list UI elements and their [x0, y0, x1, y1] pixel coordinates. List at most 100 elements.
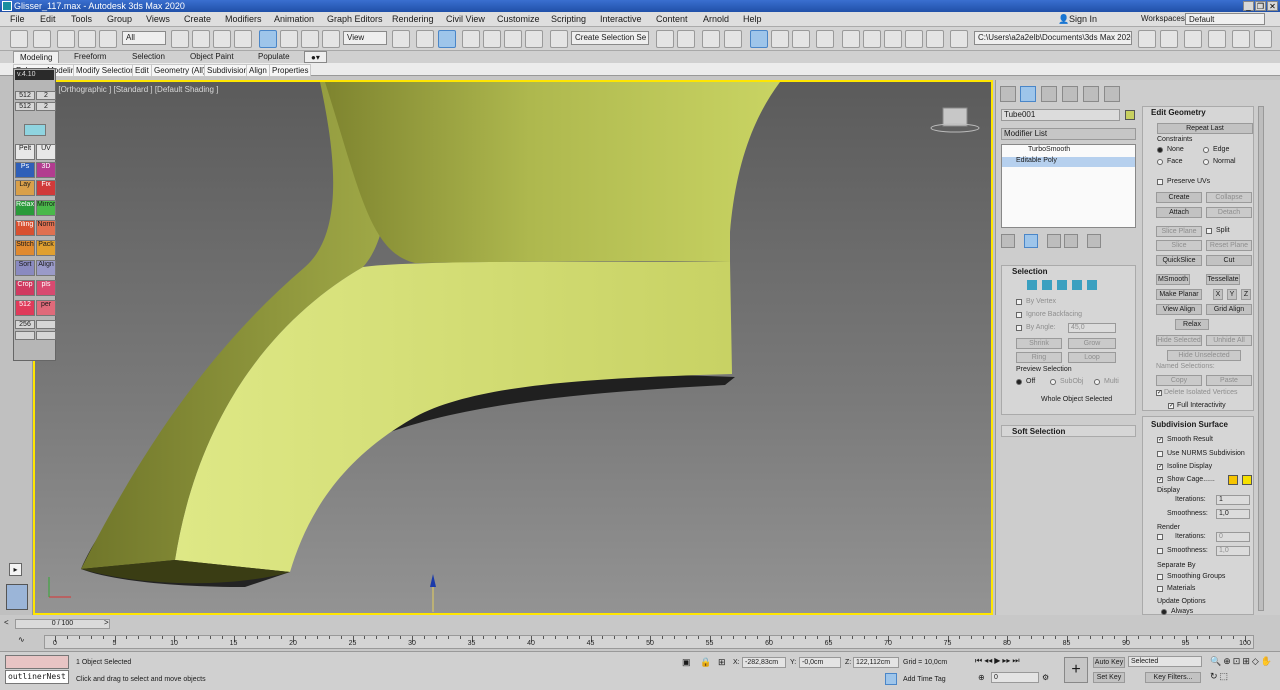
- select-rotate-icon[interactable]: [280, 30, 298, 48]
- unlink-icon[interactable]: [78, 30, 96, 48]
- named-selection-dropdown[interactable]: Create Selection Se: [571, 31, 649, 45]
- render-iterations-spinner[interactable]: 0: [1216, 532, 1250, 542]
- sign-in-link[interactable]: Sign In: [1069, 14, 1097, 24]
- preview-multi-radio[interactable]: [1094, 379, 1100, 385]
- play-icon[interactable]: ▸: [9, 563, 22, 576]
- slice-button[interactable]: Slice: [1156, 240, 1202, 251]
- uv-tool-icon[interactable]: [24, 124, 46, 136]
- hide-unselected-button[interactable]: Hide Unselected: [1167, 350, 1241, 361]
- rect-selection-icon[interactable]: [213, 30, 231, 48]
- ref-coord-dropdown[interactable]: View: [343, 31, 387, 45]
- display-tab-icon[interactable]: [1083, 86, 1099, 102]
- modify-tab-icon[interactable]: [1020, 86, 1036, 102]
- mirror-icon[interactable]: [656, 30, 674, 48]
- isoline-checkbox[interactable]: ✓: [1157, 464, 1163, 470]
- a360-icon[interactable]: [926, 30, 944, 48]
- render-smoothness-spinner[interactable]: 1,0: [1216, 546, 1250, 556]
- viewport-layout-icon[interactable]: [1208, 30, 1226, 48]
- element-icon[interactable]: [1087, 280, 1097, 290]
- menu-interactive[interactable]: Interactive: [600, 14, 642, 24]
- tab-populate[interactable]: Populate: [252, 51, 296, 63]
- ribbon-subdivision[interactable]: Subdivision: [204, 64, 251, 77]
- isolate-icon[interactable]: ▣: [682, 657, 691, 668]
- edit-named-sel-icon[interactable]: [550, 30, 568, 48]
- uv-tool-icon[interactable]: Crop: [15, 280, 35, 296]
- lock-selection-icon[interactable]: 🔒: [700, 657, 711, 668]
- uv-cell[interactable]: [36, 331, 56, 340]
- preview-off-radio[interactable]: [1016, 379, 1022, 385]
- viewport-label[interactable]: [+] [Orthographic ] [Standard ] [Default…: [47, 85, 218, 94]
- zoom-icon[interactable]: 🔍: [1210, 656, 1221, 669]
- y-coordinate-field[interactable]: -0,0cm: [799, 657, 841, 668]
- full-interactivity-checkbox[interactable]: ✓: [1168, 403, 1174, 409]
- render-smoothness-checkbox[interactable]: [1157, 548, 1163, 554]
- keyboard-shortcut-icon[interactable]: [438, 30, 456, 48]
- curve-toggle-icon[interactable]: ∿: [18, 635, 25, 644]
- uv-cell[interactable]: 512: [15, 102, 35, 111]
- menu-content[interactable]: Content: [656, 14, 688, 24]
- loop-button[interactable]: Loop: [1068, 352, 1116, 363]
- hide-selected-button[interactable]: Hide Selected: [1156, 335, 1202, 346]
- viewport-layout-tab[interactable]: [6, 584, 28, 610]
- user-icon[interactable]: 👤: [1058, 14, 1069, 25]
- zoom-all-icon[interactable]: ⊕: [1223, 656, 1231, 669]
- relax-button[interactable]: Relax: [1175, 319, 1209, 330]
- uv-tool-icon[interactable]: Pack: [36, 240, 56, 256]
- align-icon[interactable]: [677, 30, 695, 48]
- object-name-field[interactable]: Tube001: [1001, 109, 1120, 121]
- render-iterative-icon[interactable]: [905, 30, 923, 48]
- stack-item-editable-poly[interactable]: Editable Poly: [1002, 157, 1135, 167]
- modifier-list-dropdown[interactable]: Modifier List: [1001, 128, 1136, 140]
- render-setup-icon[interactable]: [842, 30, 860, 48]
- menu-tools[interactable]: Tools: [71, 14, 92, 24]
- msmooth-button[interactable]: MSmooth: [1156, 274, 1190, 285]
- menu-group[interactable]: Group: [107, 14, 132, 24]
- restore-button[interactable]: ❐: [1255, 1, 1266, 11]
- hierarchy-tab-icon[interactable]: [1041, 86, 1057, 102]
- ignore-backfacing-checkbox[interactable]: [1016, 312, 1022, 318]
- uv-tool-icon[interactable]: Tiling: [15, 220, 35, 236]
- smoothness-spinner[interactable]: 1,0: [1216, 509, 1250, 519]
- create-button[interactable]: Create: [1156, 192, 1202, 203]
- smoothing-groups-checkbox[interactable]: [1157, 574, 1163, 580]
- constraint-none-radio[interactable]: [1157, 147, 1163, 153]
- use-nurms-checkbox[interactable]: [1157, 451, 1163, 457]
- tab-modeling[interactable]: Modeling: [13, 51, 60, 63]
- fov-icon[interactable]: ◇: [1252, 656, 1259, 669]
- make-unique-icon[interactable]: [1047, 234, 1061, 248]
- grow-button[interactable]: Grow: [1068, 338, 1116, 349]
- vertex-icon[interactable]: [1027, 280, 1037, 290]
- orbit-icon[interactable]: ↻: [1210, 671, 1218, 684]
- uv-tool-icon[interactable]: Lay: [15, 180, 35, 196]
- frame-ruler[interactable]: 0 5 10 15 20 25 30 35 40 45 50 55 60 65 70 75 80 85 90 95 10…: [44, 635, 1254, 649]
- set-key-button[interactable]: Set Key: [1093, 672, 1125, 683]
- planar-x-button[interactable]: X: [1213, 289, 1223, 300]
- remove-modifier-icon[interactable]: [1064, 234, 1078, 248]
- workspace-dropdown[interactable]: Default: [1185, 13, 1265, 25]
- pivot-center-icon[interactable]: [392, 30, 410, 48]
- select-move-icon[interactable]: [259, 30, 277, 48]
- detach-button[interactable]: Detach: [1206, 207, 1252, 218]
- time-slider[interactable]: 0 / 100: [15, 619, 110, 629]
- link-icon[interactable]: [57, 30, 75, 48]
- pin-stack-icon[interactable]: [1001, 234, 1015, 248]
- window-crossing-icon[interactable]: [234, 30, 252, 48]
- planar-y-button[interactable]: Y: [1227, 289, 1237, 300]
- planar-z-button[interactable]: Z: [1241, 289, 1251, 300]
- constraint-normal-radio[interactable]: [1203, 159, 1209, 165]
- view-align-button[interactable]: View Align: [1156, 304, 1202, 315]
- maxscript-icon[interactable]: [1138, 30, 1156, 48]
- project-path-field[interactable]: C:\Users\a2a2elb\Documents\3ds Max 2020: [974, 31, 1132, 45]
- menu-create[interactable]: Create: [184, 14, 211, 24]
- go-start-icon[interactable]: ⏮: [975, 656, 982, 668]
- quickslice-button[interactable]: QuickSlice: [1156, 255, 1202, 266]
- spinner-snap-icon[interactable]: [525, 30, 543, 48]
- tab-object-paint[interactable]: Object Paint: [184, 51, 240, 63]
- ribbon-properties[interactable]: Properties: [269, 64, 312, 77]
- select-by-name-icon[interactable]: [192, 30, 210, 48]
- undo-icon[interactable]: [10, 30, 28, 48]
- manipulate-icon[interactable]: [416, 30, 434, 48]
- ring-button[interactable]: Ring: [1016, 352, 1062, 363]
- uv-tool-icon[interactable]: Sort: [15, 260, 35, 276]
- angle-snap-icon[interactable]: [483, 30, 501, 48]
